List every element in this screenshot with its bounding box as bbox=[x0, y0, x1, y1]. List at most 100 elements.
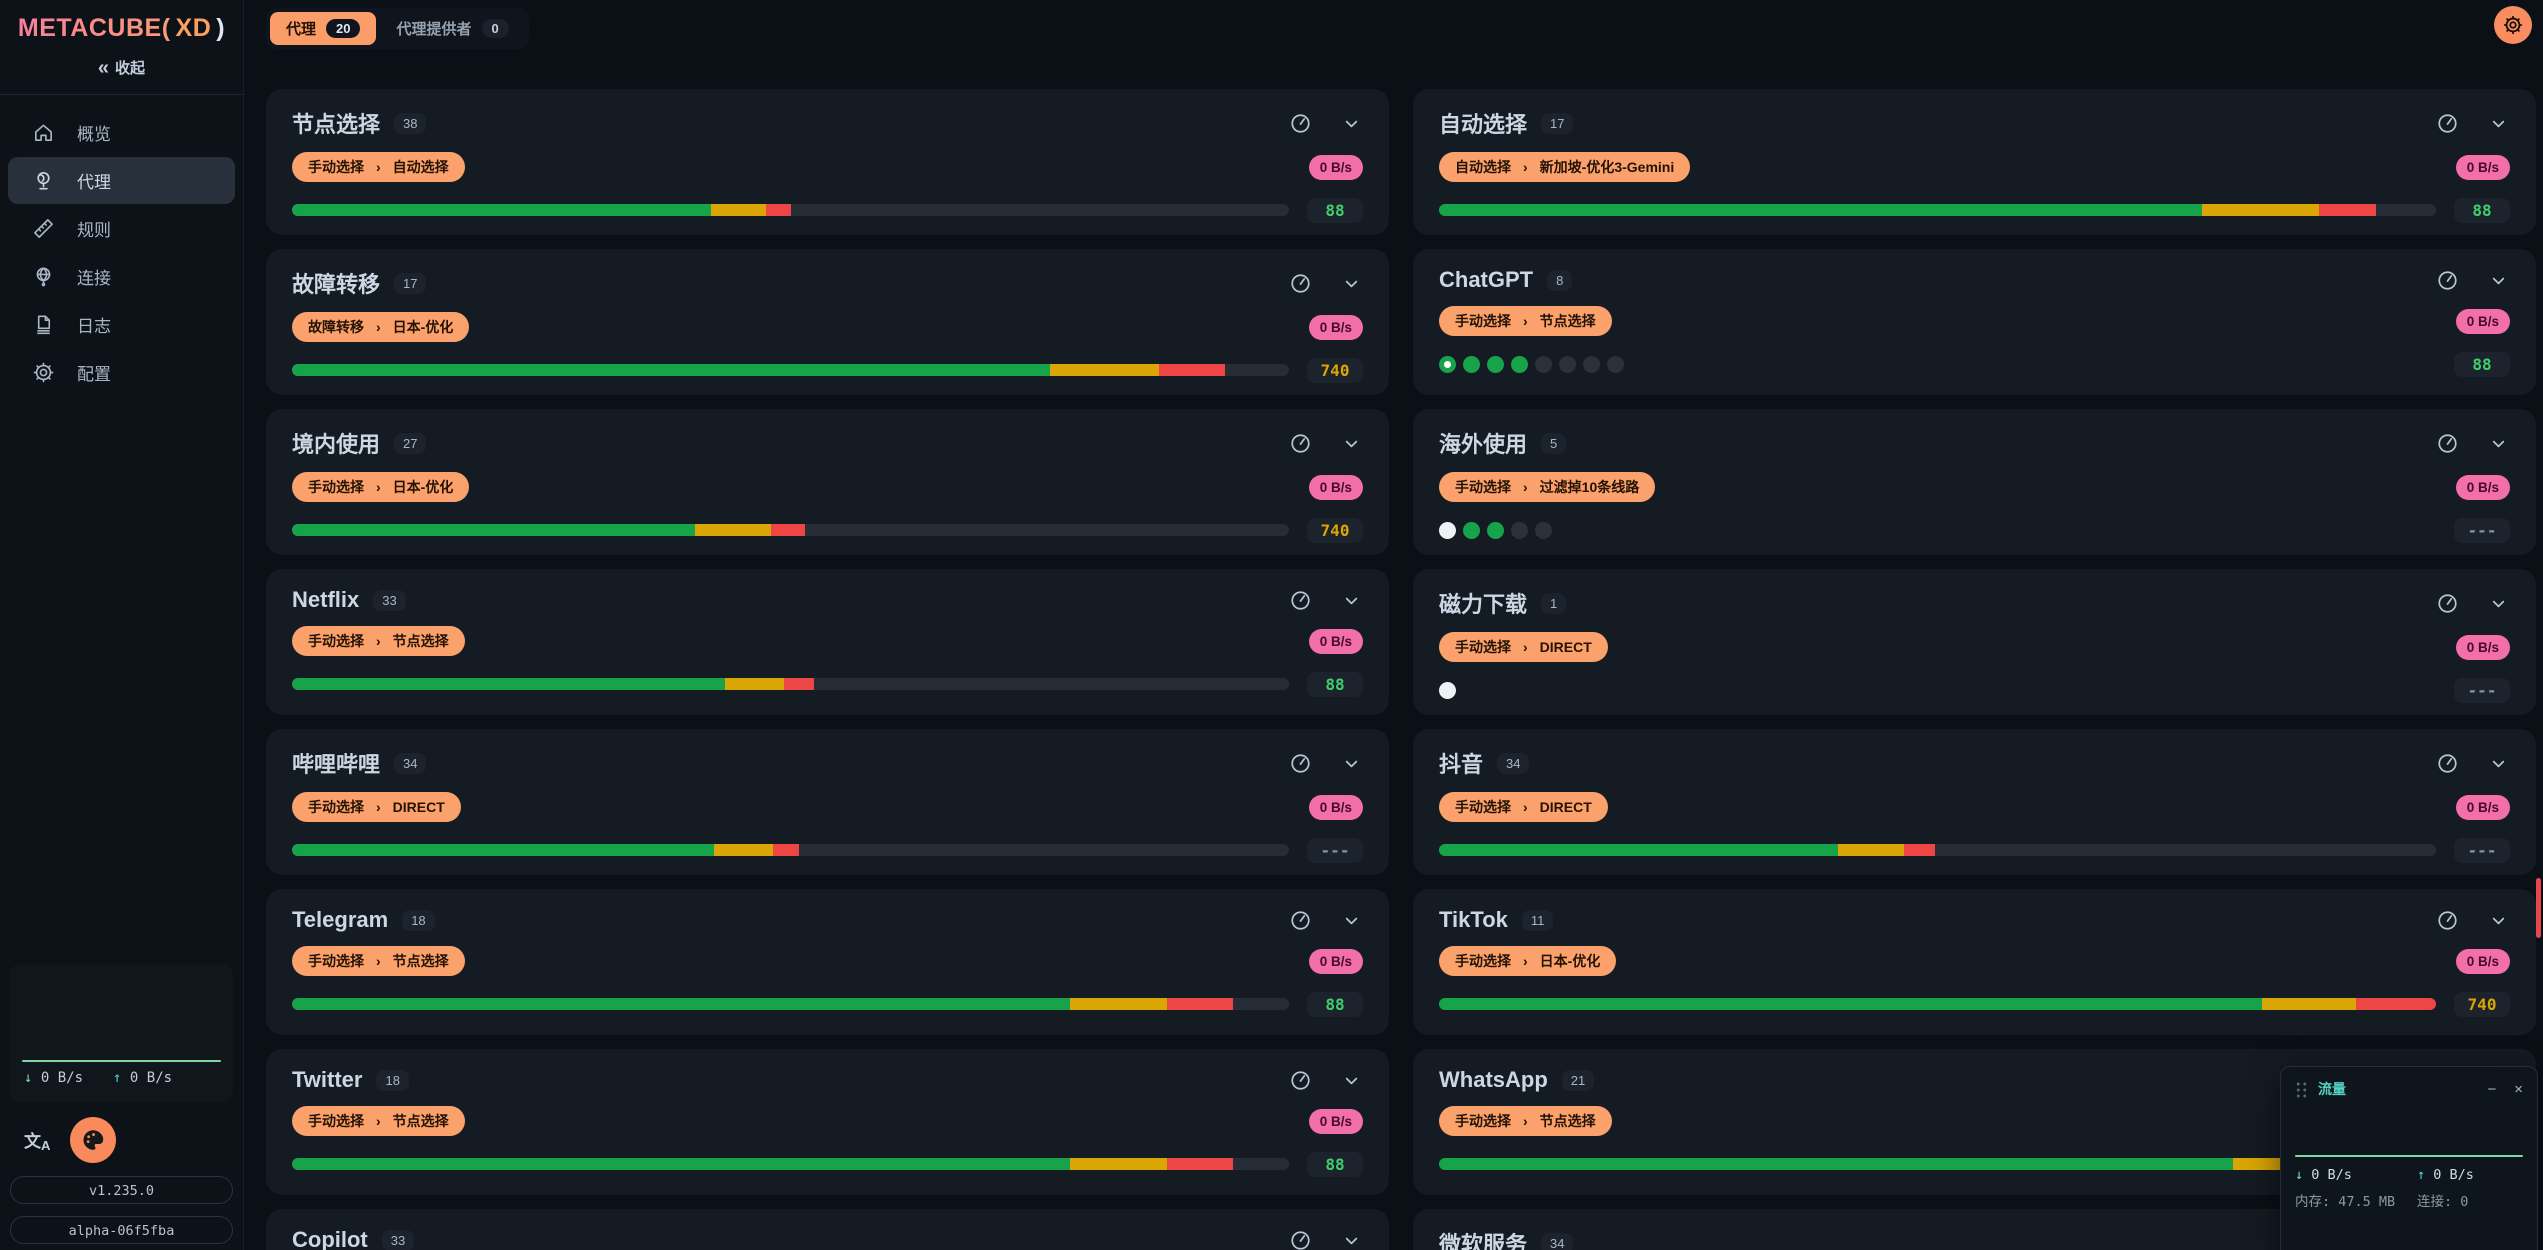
selector-badge[interactable]: 故障转移 › 日本-优化 bbox=[292, 312, 469, 342]
card-header: 哔哩哔哩 34 bbox=[292, 747, 1363, 779]
proxy-node-dot[interactable] bbox=[1535, 522, 1552, 539]
latency-test-icon[interactable] bbox=[2436, 112, 2459, 135]
chevron-down-icon[interactable] bbox=[1340, 752, 1363, 775]
latency-test-icon[interactable] bbox=[2436, 909, 2459, 932]
minimize-icon[interactable]: − bbox=[2487, 1081, 2496, 1098]
proxy-node-dot[interactable] bbox=[1511, 356, 1528, 373]
home-icon bbox=[32, 121, 55, 144]
selector-badge[interactable]: 手动选择 › DIRECT bbox=[1439, 632, 1608, 662]
scrollbar-thumb[interactable] bbox=[2536, 878, 2541, 938]
selected-node: 新加坡-优化3-Gemini bbox=[1540, 157, 1675, 177]
selected-node: 节点选择 bbox=[393, 951, 449, 971]
latency-test-icon[interactable] bbox=[2436, 432, 2459, 455]
proxy-node-dot[interactable] bbox=[1439, 682, 1456, 699]
latency-test-icon[interactable] bbox=[1289, 589, 1312, 612]
settings-button[interactable] bbox=[2494, 6, 2532, 44]
latency-test-icon[interactable] bbox=[1289, 1229, 1312, 1250]
sidebar-item-connections[interactable]: 连接 bbox=[8, 253, 235, 300]
tab-label: 代理提供者 bbox=[396, 18, 471, 39]
selector-type: 手动选择 bbox=[308, 951, 364, 971]
selector-badge[interactable]: 手动选择 › 自动选择 bbox=[292, 152, 465, 182]
latency-test-icon[interactable] bbox=[1289, 1069, 1312, 1092]
chevron-down-icon[interactable] bbox=[2487, 909, 2510, 932]
latency-bar bbox=[292, 204, 1289, 216]
latency-test-icon[interactable] bbox=[1289, 909, 1312, 932]
selector-badge[interactable]: 手动选择 › DIRECT bbox=[1439, 792, 1608, 822]
proxy-node-dot[interactable] bbox=[1511, 522, 1528, 539]
proxy-node-dot[interactable] bbox=[1463, 356, 1480, 373]
selector-badge[interactable]: 手动选择 › 日本-优化 bbox=[292, 472, 469, 502]
proxy-node-dot[interactable] bbox=[1439, 522, 1456, 539]
core-version-button[interactable]: v1.235.0 bbox=[10, 1176, 233, 1204]
latency-test-icon[interactable] bbox=[2436, 752, 2459, 775]
selector-badge[interactable]: 手动选择 › 节点选择 bbox=[292, 946, 465, 976]
card-header: Copilot 33 bbox=[292, 1227, 1363, 1250]
latency-test-icon[interactable] bbox=[1289, 112, 1312, 135]
proxy-node-dot[interactable] bbox=[1463, 522, 1480, 539]
selector-badge[interactable]: 手动选择 › 节点选择 bbox=[1439, 306, 1612, 336]
language-icon[interactable]: 文A bbox=[24, 1127, 50, 1153]
speed-badge: 0 B/s bbox=[1309, 795, 1363, 820]
tab-proxy-providers[interactable]: 代理提供者 0 bbox=[380, 12, 524, 45]
selector-badge[interactable]: 手动选择 › DIRECT bbox=[292, 792, 461, 822]
proxy-node-dot[interactable] bbox=[1487, 356, 1504, 373]
sidebar-item-rules[interactable]: 规则 bbox=[8, 205, 235, 252]
proxy-group-name: ChatGPT bbox=[1439, 267, 1533, 293]
close-icon[interactable]: × bbox=[2514, 1081, 2523, 1098]
selector-badge[interactable]: 手动选择 › 日本-优化 bbox=[1439, 946, 1616, 976]
selector-badge[interactable]: 手动选择 › 节点选择 bbox=[292, 1106, 465, 1136]
chevron-down-icon[interactable] bbox=[1340, 589, 1363, 612]
proxy-node-dot[interactable] bbox=[1583, 356, 1600, 373]
traffic-panel-header: 流量 − × bbox=[2295, 1079, 2523, 1099]
latency-value: 740 bbox=[2454, 992, 2510, 1017]
sidebar-item-logs[interactable]: 日志 bbox=[8, 301, 235, 348]
proxy-node-dot[interactable] bbox=[1487, 522, 1504, 539]
sidebar-item-config[interactable]: 配置 bbox=[8, 349, 235, 396]
latency-test-icon[interactable] bbox=[1289, 752, 1312, 775]
sidebar-collapse-button[interactable]: « 收起 bbox=[0, 57, 243, 78]
logo-part-1: METACUBE( bbox=[18, 14, 171, 42]
chevron-down-icon[interactable] bbox=[2487, 752, 2510, 775]
proxy-node-dot[interactable] bbox=[1535, 356, 1552, 373]
chevron-down-icon[interactable] bbox=[2487, 432, 2510, 455]
selector-badge[interactable]: 手动选择 › 过滤掉10条线路 bbox=[1439, 472, 1655, 502]
chevron-down-icon[interactable] bbox=[1340, 272, 1363, 295]
chevron-down-icon[interactable] bbox=[1340, 432, 1363, 455]
card-header-icons bbox=[2436, 592, 2510, 615]
sidebar-item-proxies[interactable]: 代理 bbox=[8, 157, 235, 204]
tab-label: 代理 bbox=[286, 18, 316, 39]
selector-badge[interactable]: 手动选择 › 节点选择 bbox=[292, 626, 465, 656]
selected-node: 节点选择 bbox=[1540, 1111, 1596, 1131]
card-header-icons bbox=[1289, 1229, 1363, 1250]
chevron-down-icon[interactable] bbox=[1340, 1229, 1363, 1250]
chevron-down-icon[interactable] bbox=[1340, 1069, 1363, 1092]
proxy-group-card: 磁力下载 1 手动选择 › DIRECT 0 B/s --- bbox=[1413, 569, 2536, 715]
chevron-down-icon[interactable] bbox=[1340, 112, 1363, 135]
chevron-down-icon[interactable] bbox=[2487, 112, 2510, 135]
latency-test-icon[interactable] bbox=[1289, 272, 1312, 295]
latency-test-icon[interactable] bbox=[2436, 592, 2459, 615]
build-version-button[interactable]: alpha-06f5fba bbox=[10, 1216, 233, 1244]
latency-test-icon[interactable] bbox=[1289, 432, 1312, 455]
chevron-down-icon[interactable] bbox=[2487, 592, 2510, 615]
sidebar-item-overview[interactable]: 概览 bbox=[8, 109, 235, 156]
selector-badge[interactable]: 自动选择 › 新加坡-优化3-Gemini bbox=[1439, 152, 1690, 182]
tab-proxies[interactable]: 代理 20 bbox=[270, 12, 376, 45]
drag-handle-icon[interactable] bbox=[2295, 1081, 2308, 1098]
latency-test-icon[interactable] bbox=[2436, 269, 2459, 292]
selector-badge[interactable]: 手动选择 › 节点选择 bbox=[1439, 1106, 1612, 1136]
proxy-group-card: 节点选择 38 手动选择 › 自动选择 0 B/s 88 bbox=[266, 89, 1389, 235]
card-header: 自动选择 17 bbox=[1439, 107, 2510, 139]
theme-palette-button[interactable] bbox=[70, 1117, 116, 1163]
proxy-group-name: Telegram bbox=[292, 907, 388, 933]
proxy-node-dot[interactable] bbox=[1559, 356, 1576, 373]
selector-type: 自动选择 bbox=[1455, 157, 1511, 177]
proxy-node-dot[interactable] bbox=[1607, 356, 1624, 373]
card-meter-row: 88 bbox=[1439, 197, 2510, 223]
chevron-down-icon[interactable] bbox=[2487, 269, 2510, 292]
latency-dots bbox=[1439, 356, 2436, 373]
proxy-node-dot[interactable] bbox=[1439, 356, 1456, 373]
selector-type: 手动选择 bbox=[308, 477, 364, 497]
chevron-down-icon[interactable] bbox=[1340, 909, 1363, 932]
proxy-group-count: 8 bbox=[1547, 270, 1572, 291]
